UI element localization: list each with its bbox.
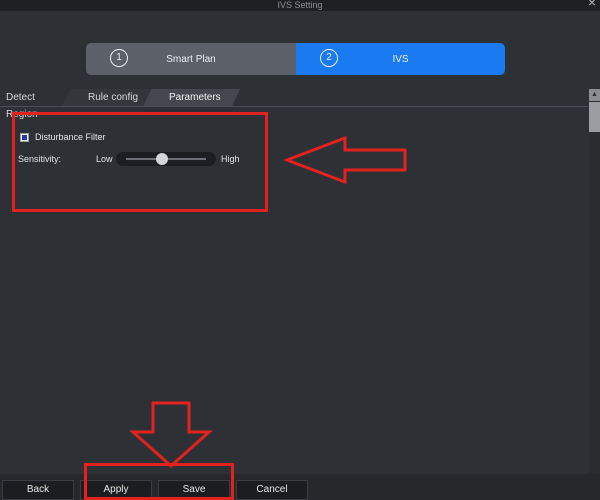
tab-parameters[interactable]: Parameters (143, 89, 240, 106)
step-label: Smart Plan (166, 53, 216, 65)
sensitivity-high-label: High (221, 154, 240, 164)
tab-detect-region[interactable]: Detect Region (0, 89, 66, 120)
tab-bar: Detect Region Rule config Parameters (0, 89, 588, 120)
save-button[interactable]: Save (158, 480, 230, 500)
scroll-thumb[interactable] (589, 102, 600, 132)
step-number-badge: 1 (110, 49, 128, 67)
step-label: IVS (392, 53, 409, 65)
disturbance-filter-label: Disturbance Filter (35, 132, 106, 142)
tab-rule-config[interactable]: Rule config (62, 89, 150, 106)
annotation-arrow-down (129, 401, 213, 469)
slider-knob[interactable] (156, 153, 168, 165)
sensitivity-low-label: Low (96, 154, 113, 164)
back-button[interactable]: Back (2, 480, 74, 500)
window-title-bar: IVS Setting × (0, 0, 600, 11)
scroll-up-icon[interactable]: ▲ (589, 89, 600, 101)
vertical-scrollbar[interactable]: ▲ (589, 89, 600, 474)
wizard-step-ivs[interactable]: 2 IVS (296, 43, 505, 75)
window-title: IVS Setting (277, 0, 323, 10)
sensitivity-label: Sensitivity: (18, 154, 62, 164)
annotation-arrows (129, 135, 407, 469)
disturbance-filter-checkbox[interactable] (20, 132, 29, 142)
annotation-arrow-left (282, 135, 407, 185)
close-icon[interactable]: × (588, 0, 596, 9)
cancel-button[interactable]: Cancel (236, 480, 308, 500)
disturbance-filter-row: Disturbance Filter (20, 131, 106, 143)
wizard-steps: 1 Smart Plan 2 IVS (86, 43, 505, 75)
apply-button[interactable]: Apply (80, 480, 152, 500)
sensitivity-slider[interactable] (116, 152, 216, 166)
step-number-badge: 2 (320, 49, 338, 67)
wizard-step-smart-plan[interactable]: 1 Smart Plan (86, 43, 296, 75)
